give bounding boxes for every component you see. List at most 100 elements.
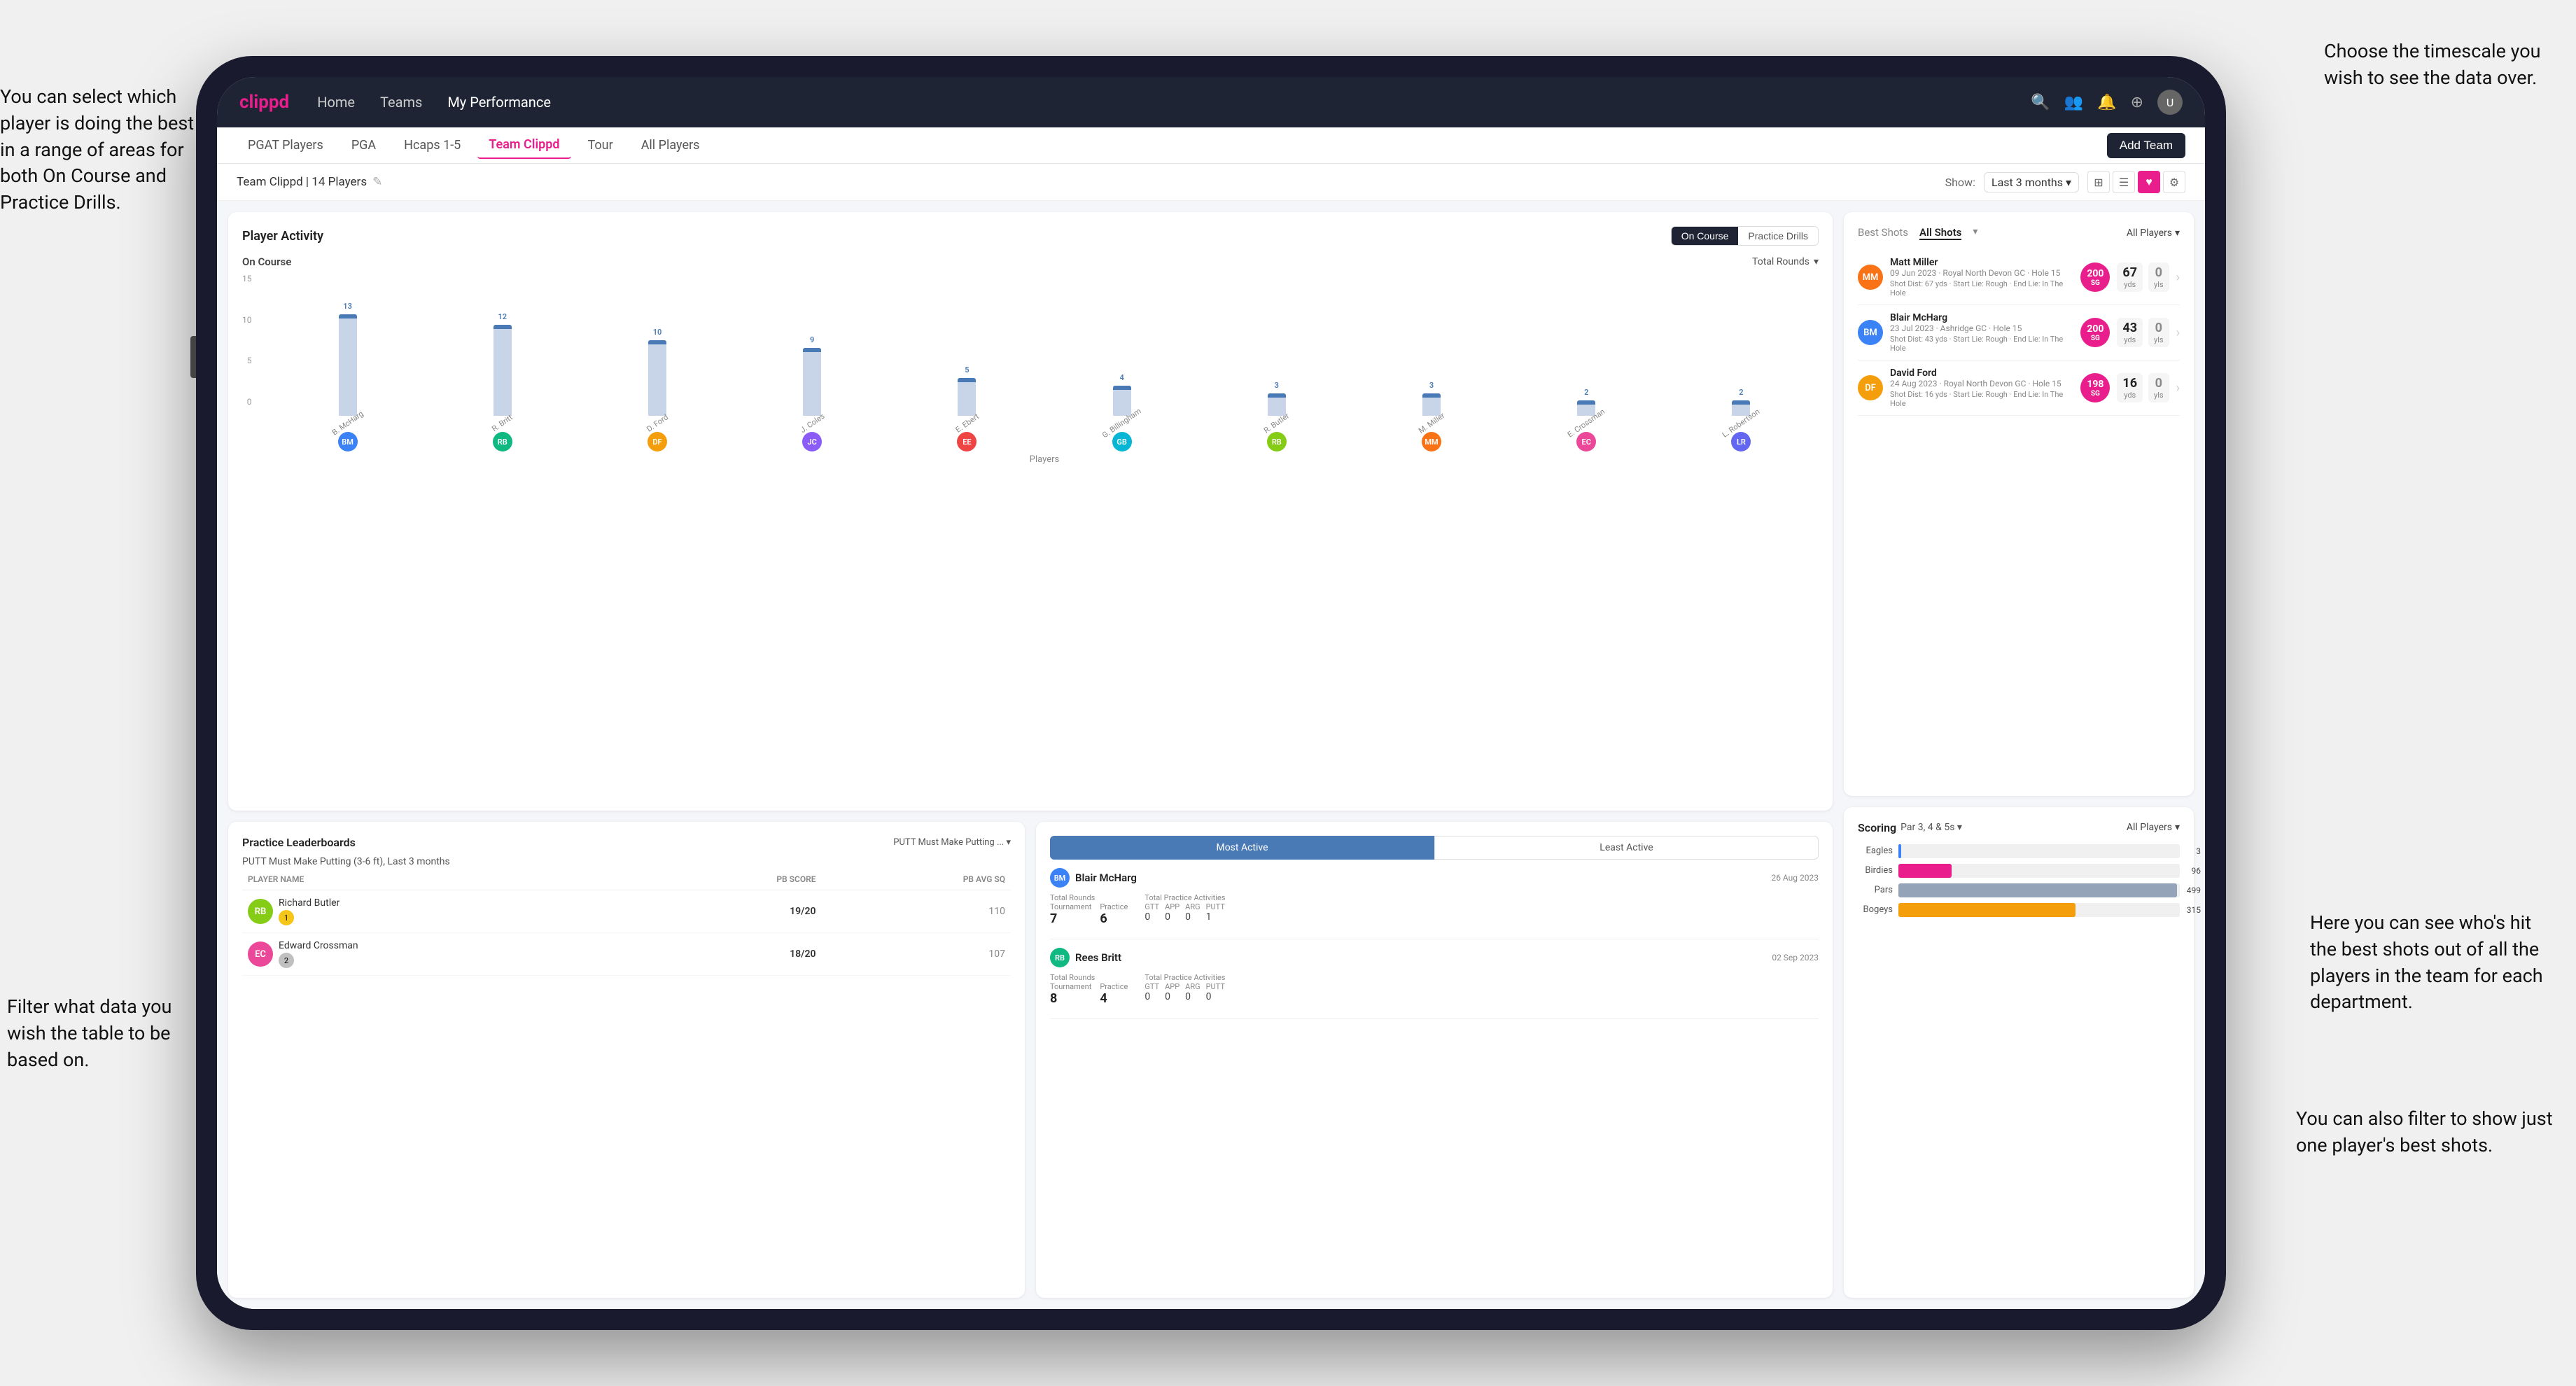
nav-link-home[interactable]: Home — [317, 94, 355, 111]
players-filter[interactable]: All Players ▾ — [2127, 227, 2180, 239]
shot-zero-3: 0 yls — [2148, 373, 2169, 402]
scoring-tabs: Scoring Par 3, 4 & 5s ▾ — [1858, 821, 1962, 834]
score-bar-fill-bogeys — [1898, 903, 2076, 917]
player-row-1[interactable]: RB Richard Butler 1 19/20 110 — [242, 890, 1011, 933]
show-select[interactable]: Last 3 months ▾ — [1984, 172, 2079, 192]
bar-value-4: 9 — [810, 335, 814, 344]
nav-link-performance[interactable]: My Performance — [447, 94, 551, 111]
avatar-item-9: EC — [1509, 432, 1664, 451]
practice-header: Practice Leaderboards PUTT Must Make Put… — [242, 836, 1011, 849]
nav-links: Home Teams My Performance — [317, 94, 2031, 111]
shot-arrow-3[interactable]: › — [2176, 381, 2180, 396]
bar-wrapper-3: 10 — [648, 340, 667, 416]
player-row-2[interactable]: EC Edward Crossman 2 18/20 107 — [242, 933, 1011, 976]
team-header: Team Clippd | 14 Players ✎ Show: Last 3 … — [217, 164, 2205, 201]
bar-accent-1 — [339, 314, 357, 318]
bar-group-2: 12 R. Britt — [425, 325, 580, 428]
score-label-birdies: Birdies — [1858, 865, 1893, 876]
view-settings-button[interactable]: ⚙ — [2163, 171, 2185, 193]
bar-wrapper-5: 5 — [957, 378, 976, 416]
practice-activity-values: GTT 0 APP 0 ARG — [1144, 902, 1225, 923]
shot-item-3[interactable]: DF David Ford 24 Aug 2023 · Royal North … — [1858, 360, 2180, 416]
shot-player-info-2: Blair McHarg 23 Jul 2023 · Ashridge GC ·… — [1890, 312, 2073, 353]
view-grid-button[interactable]: ⊞ — [2087, 171, 2110, 193]
shot-arrow-1[interactable]: › — [2176, 270, 2180, 285]
right-panel: Best Shots All Shots ▾ All Players ▾ MM — [1844, 212, 2194, 1298]
chart-filter[interactable]: Total Rounds ▾ — [1752, 256, 1819, 267]
users-icon[interactable]: 👥 — [2064, 94, 2083, 111]
score-bar-birdies: 96 — [1898, 864, 2180, 878]
bar-chart: 15 10 5 0 13 — [242, 274, 1819, 428]
bar-accent-9 — [1577, 400, 1595, 405]
y-label-5: 5 — [247, 356, 252, 365]
bar-4: 9 — [803, 348, 821, 416]
stat-group-practice: Total Practice Activities GTT 0 APP — [1144, 893, 1225, 926]
search-icon[interactable]: 🔍 — [2031, 94, 2050, 111]
practice-filter[interactable]: PUTT Must Make Putting ... ▾ — [893, 837, 1011, 848]
avatar[interactable]: U — [2157, 90, 2183, 115]
putt-stat: PUTT 1 — [1206, 902, 1225, 923]
bar-group-5: 5 E. Ebert — [890, 378, 1044, 428]
shot-dist-1: 67 yds — [2117, 262, 2143, 292]
stat-group-rounds-2: Total Rounds Tournament 8 Practice — [1050, 973, 1128, 1006]
tab-all-players[interactable]: All Players — [630, 132, 711, 158]
scoring-par-filter[interactable]: Par 3, 4 & 5s ▾ — [1900, 822, 1962, 833]
shot-zero-1: 0 yls — [2148, 262, 2169, 292]
bar-value-7: 3 — [1275, 381, 1279, 390]
shot-detail-1: Shot Dist: 67 yds · Start Lie: Rough · E… — [1890, 279, 2073, 298]
bar-label-2: R. Britt — [491, 413, 514, 434]
tab-team-clippd[interactable]: Team Clippd — [477, 132, 570, 159]
most-active-tab[interactable]: Most Active — [1050, 836, 1434, 860]
rank-badge-2: 2 — [279, 953, 294, 968]
avatar-item-2: RB — [425, 432, 580, 451]
view-list-button[interactable]: ☰ — [2113, 171, 2135, 193]
player-avatar-crossman: EC — [248, 941, 273, 967]
x-axis-label: Players — [242, 454, 1819, 465]
all-shots-tab[interactable]: All Shots — [1919, 226, 1961, 240]
shot-item-1[interactable]: MM Matt Miller 09 Jun 2023 · Royal North… — [1858, 250, 2180, 305]
bell-icon[interactable]: 🔔 — [2097, 94, 2116, 111]
score-row-birdies: Birdies 96 — [1858, 864, 2180, 878]
stat-group-rounds: Total Rounds Tournament 7 Practice — [1050, 893, 1128, 926]
tablet-screen: clippd Home Teams My Performance 🔍 👥 🔔 ⊕… — [217, 77, 2205, 1309]
tab-pgat[interactable]: PGAT Players — [237, 132, 335, 158]
rank-badge-1: 1 — [279, 910, 294, 925]
practice-leaderboards-card: Practice Leaderboards PUTT Must Make Put… — [228, 822, 1025, 1298]
bar-accent-4 — [803, 348, 821, 352]
scoring-players-filter[interactable]: All Players ▾ — [2127, 822, 2180, 833]
plus-circle-icon[interactable]: ⊕ — [2131, 94, 2143, 111]
avatar-item-4: JC — [735, 432, 890, 451]
tab-tour[interactable]: Tour — [577, 132, 624, 158]
least-active-tab[interactable]: Least Active — [1434, 836, 1819, 860]
left-panel: Player Activity On Course Practice Drill… — [228, 212, 1833, 1298]
bottom-panels: Practice Leaderboards PUTT Must Make Put… — [228, 822, 1833, 1298]
practice-drills-toggle[interactable]: Practice Drills — [1738, 227, 1818, 245]
shot-avatar-1: MM — [1858, 265, 1883, 290]
tab-hcaps[interactable]: Hcaps 1-5 — [393, 132, 472, 158]
bar-wrapper-6: 4 — [1112, 386, 1132, 416]
annotation-best-shots: Here you can see who's hit the best shot… — [2310, 910, 2562, 1016]
bar-wrapper-4: 9 — [802, 348, 822, 416]
active-player-header-1: BM Blair McHarg 26 Aug 2023 — [1050, 868, 1819, 888]
avatar-item-7: RB — [1199, 432, 1354, 451]
player-activity-card: Player Activity On Course Practice Drill… — [228, 212, 1833, 811]
player-name-1: Richard Butler 1 — [279, 897, 340, 925]
avatar-item-1: BM — [270, 432, 425, 451]
bar-value-5: 5 — [965, 365, 969, 374]
bar-6: 4 — [1113, 386, 1131, 416]
active-player-block-2: RB Rees Britt 02 Sep 2023 Total Rounds — [1050, 948, 1819, 1019]
bar-value-10: 2 — [1739, 388, 1743, 397]
score-bar-fill-eagles — [1898, 844, 1901, 858]
drill-title: PUTT Must Make Putting (3-6 ft), Last 3 … — [242, 856, 1011, 867]
th-name: PLAYER NAME — [248, 874, 626, 884]
player-avatar-8: MM — [1422, 432, 1441, 451]
nav-link-teams[interactable]: Teams — [380, 94, 422, 111]
shot-arrow-2[interactable]: › — [2176, 326, 2180, 340]
add-team-button[interactable]: Add Team — [2107, 133, 2185, 158]
edit-icon[interactable]: ✎ — [372, 175, 382, 189]
tab-pga[interactable]: PGA — [340, 132, 387, 158]
view-heart-button[interactable]: ♥ — [2138, 171, 2160, 193]
on-course-toggle[interactable]: On Course — [1672, 227, 1739, 245]
shot-item-2[interactable]: BM Blair McHarg 23 Jul 2023 · Ashridge G… — [1858, 305, 2180, 360]
active-player-name-2: RB Rees Britt — [1050, 948, 1121, 967]
